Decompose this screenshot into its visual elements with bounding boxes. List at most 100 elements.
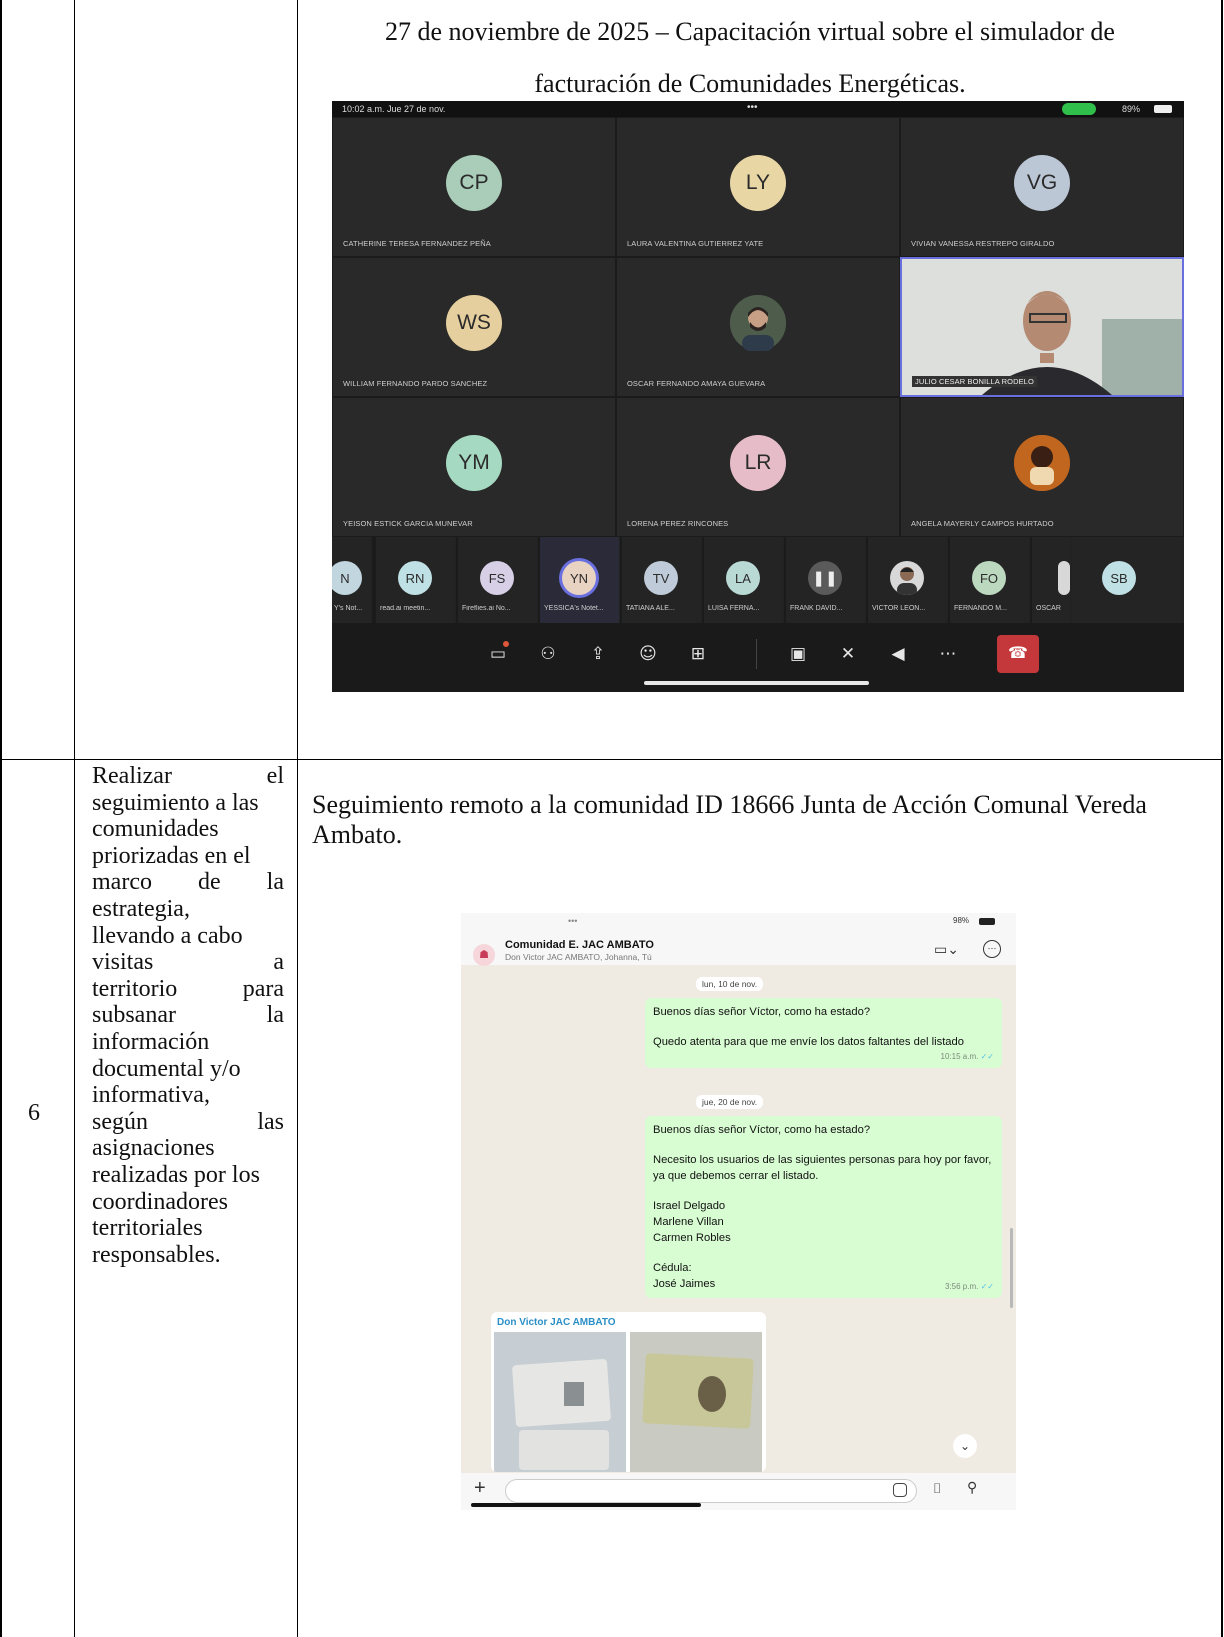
participant-name: LUISA FERNA... bbox=[708, 605, 760, 612]
strip-participant[interactable]: FO FERNANDO M... bbox=[950, 537, 1030, 623]
activity-line: visitas a bbox=[92, 949, 284, 976]
avatar: TV bbox=[644, 561, 678, 595]
camera-icon[interactable]: ⌷ bbox=[933, 1480, 941, 1497]
camera-off-icon[interactable]: ▣ bbox=[787, 643, 809, 665]
avatar: YM bbox=[446, 435, 502, 491]
active-speaker-tile[interactable]: JULIO CESAR BONILLA RODELO bbox=[900, 257, 1184, 397]
activity-line: informativa, bbox=[92, 1082, 210, 1109]
strip-participant[interactable]: RN read.ai meetin... bbox=[376, 537, 456, 623]
home-indicator bbox=[644, 681, 869, 685]
participant-name: FERNANDO M... bbox=[954, 605, 1007, 612]
date-separator: jue, 20 de nov. bbox=[696, 1095, 764, 1109]
id-card-photos-icon[interactable] bbox=[494, 1332, 762, 1472]
avatar-photo bbox=[730, 295, 786, 351]
name-line: Marlene Villan bbox=[653, 1216, 724, 1228]
participant-tile[interactable]: CP CATHERINE TERESA FERNANDEZ PEÑA bbox=[332, 117, 616, 257]
phone-hangup-icon: ☎ bbox=[1008, 645, 1028, 662]
battery-icon bbox=[979, 918, 995, 925]
message-time: 3:56 p.m. ✓✓ bbox=[945, 1282, 994, 1291]
chat-members: Don Victor JAC AMBATO, Johanna, Tú bbox=[505, 952, 652, 962]
strip-participant-speaking[interactable]: YN YESSICA's Notet... bbox=[540, 537, 620, 623]
message-bubble-outgoing[interactable]: Buenos días señor Víctor, como ha estado… bbox=[645, 1116, 1002, 1298]
participant-tile[interactable]: ANGELA MAYERLY CAMPOS HURTADO bbox=[900, 397, 1184, 537]
table-divider-col2 bbox=[297, 0, 298, 1637]
participant-name: Fireflies.ai No... bbox=[462, 605, 511, 612]
participant-tile[interactable]: YM YEISON ESTICK GARCIA MUNEVAR bbox=[332, 397, 616, 537]
video-call-icon[interactable]: ▭⌄ bbox=[934, 941, 959, 958]
strip-participant[interactable]: LA LUISA FERNA... bbox=[704, 537, 784, 623]
participant-tile[interactable]: LR LORENA PEREZ RINCONES bbox=[616, 397, 900, 537]
participant-name: YESSICA's Notet... bbox=[544, 605, 604, 612]
strip-participant[interactable]: TV TATIANA ALE... bbox=[622, 537, 702, 623]
group-avatar-icon[interactable]: ☗ bbox=[473, 944, 495, 966]
table-border-left bbox=[0, 0, 2, 1637]
share-screen-icon[interactable]: ⇪ bbox=[587, 643, 609, 665]
avatar: SB bbox=[1102, 561, 1136, 595]
avatar: VG bbox=[1014, 155, 1070, 211]
activity-line: documental y/o bbox=[92, 1055, 241, 1082]
sticker-icon[interactable] bbox=[893, 1483, 907, 1497]
composer-bar: + ⌷ ⚲ bbox=[461, 1473, 1016, 1510]
avatar: WS bbox=[446, 295, 502, 351]
ipad-status-bar: 10:02 a.m. Jue 27 de nov. ••• 89% bbox=[332, 101, 1184, 117]
speaker-video-icon bbox=[902, 259, 1182, 395]
participant-name: YEISON ESTICK GARCIA MUNEVAR bbox=[343, 519, 473, 528]
activity-line: subsanar la bbox=[92, 1002, 284, 1029]
avatar: LR bbox=[730, 435, 786, 491]
strip-participant[interactable]: SB bbox=[1072, 537, 1184, 623]
participant-tile[interactable]: OSCAR FERNANDO AMAYA GUEVARA bbox=[616, 257, 900, 397]
avatar: RN bbox=[398, 561, 432, 595]
chat-header: ••• 98% ☗ Comunidad E. JAC AMBATO Don Vi… bbox=[461, 913, 1016, 966]
participant-strip: N Y's Not... RN read.ai meetin... FS Firefl… bbox=[332, 537, 1184, 623]
avatar-photo bbox=[1014, 435, 1070, 491]
participant-name: FRANK DAVID... bbox=[790, 605, 843, 612]
more-options-icon[interactable]: ⋯ bbox=[937, 643, 959, 665]
strip-participant[interactable]: VICTOR LEON... bbox=[868, 537, 948, 623]
participant-name: WILLIAM FERNANDO PARDO SANCHEZ bbox=[343, 379, 488, 388]
status-dots: ••• bbox=[747, 102, 758, 113]
activity-description: Realizar el seguimiento a las comunidades p… bbox=[92, 763, 284, 1268]
strip-participant[interactable]: FS Fireflies.ai No... bbox=[458, 537, 538, 623]
attach-plus-icon[interactable]: + bbox=[474, 1477, 486, 1500]
call-active-pill[interactable] bbox=[1062, 103, 1096, 115]
participant-tile[interactable]: WS WILLIAM FERNANDO PARDO SANCHEZ bbox=[332, 257, 616, 397]
avatar: YN bbox=[562, 561, 596, 595]
activity-line: territorio para bbox=[92, 975, 284, 1002]
status-dots: ••• bbox=[568, 916, 578, 926]
incoming-photo-message[interactable]: Don Victor JAC AMBATO bbox=[491, 1312, 766, 1472]
mic-muted-icon[interactable]: ✕ bbox=[837, 643, 859, 665]
message-text: Quedo atenta para que me envíe los datos… bbox=[653, 1036, 964, 1048]
activity-line: estrategia, bbox=[92, 895, 190, 922]
avatar-partial bbox=[1058, 561, 1070, 595]
message-text: Necesito los usuarios de las siguientes … bbox=[653, 1154, 992, 1182]
reactions-icon[interactable]: ☺ bbox=[637, 643, 659, 665]
scrollbar[interactable] bbox=[1010, 1228, 1013, 1308]
activity-line: comunidades bbox=[92, 816, 219, 843]
message-bubble-outgoing[interactable]: Buenos días señor Víctor, como ha estado… bbox=[645, 998, 1002, 1068]
hang-up-button[interactable]: ☎ bbox=[997, 635, 1039, 673]
message-text: Buenos días señor Víctor, como ha estado… bbox=[653, 1006, 871, 1018]
name-line: Israel Delgado bbox=[653, 1200, 726, 1212]
strip-participant[interactable]: N Y's Not... bbox=[332, 537, 372, 623]
avatar: LA bbox=[726, 561, 760, 595]
avatar-photo bbox=[890, 561, 924, 595]
avatar: LY bbox=[730, 155, 786, 211]
person-photo-icon bbox=[897, 567, 917, 595]
activity-line: asignaciones bbox=[92, 1135, 215, 1162]
strip-participant[interactable]: ❚❚ FRANK DAVID... bbox=[786, 537, 866, 623]
message-input[interactable] bbox=[505, 1479, 917, 1503]
person-photo-icon bbox=[1014, 435, 1070, 491]
more-icon[interactable]: ⋯ bbox=[983, 940, 1001, 958]
microphone-icon[interactable]: ⚲ bbox=[967, 1479, 977, 1496]
participant-tile[interactable]: VG VIVIAN VANESSA RESTREPO GIRALDO bbox=[900, 117, 1184, 257]
strip-participant[interactable]: OSCAR bbox=[1032, 537, 1072, 623]
scroll-down-button[interactable]: ⌄ bbox=[953, 1434, 977, 1458]
participant-tile[interactable]: LY LAURA VALENTINA GUTIERREZ YATE bbox=[616, 117, 900, 257]
activity-line: coordinadores bbox=[92, 1188, 228, 1215]
chat-title[interactable]: Comunidad E. JAC AMBATO bbox=[505, 939, 654, 951]
speaker-icon[interactable]: ◀ bbox=[887, 643, 909, 665]
people-icon[interactable]: ⚇ bbox=[537, 643, 559, 665]
avatar: CP bbox=[446, 155, 502, 211]
chat-notification-dot bbox=[503, 641, 509, 647]
apps-icon[interactable]: ⊞ bbox=[687, 643, 709, 665]
